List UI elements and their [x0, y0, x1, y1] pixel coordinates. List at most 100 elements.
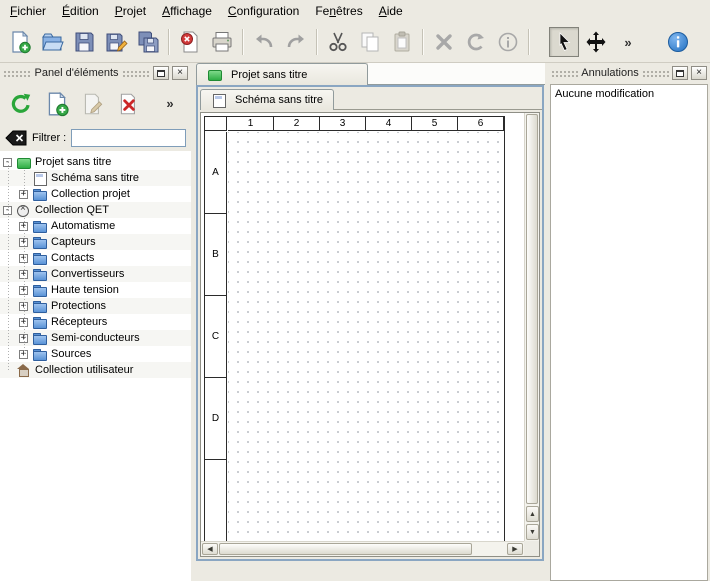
menu-configuration[interactable]: Configuration — [220, 0, 307, 22]
tree-item[interactable]: +Collection projet — [0, 186, 191, 202]
cut-button[interactable] — [323, 27, 353, 57]
edit-element-button[interactable] — [78, 89, 108, 119]
tree-item[interactable]: +Sources — [0, 346, 191, 362]
paste-button[interactable] — [387, 27, 417, 57]
dock-grip[interactable] — [122, 69, 150, 77]
open-file-button[interactable] — [37, 27, 67, 57]
drag-mode-button[interactable] — [581, 27, 611, 57]
tree-item[interactable]: Collection utilisateur — [0, 362, 191, 378]
scroll-down-button[interactable]: ▼ — [526, 524, 539, 540]
tree-item[interactable]: -Collection QET — [0, 202, 191, 218]
schema-viewport: 123456 ABCDE — [201, 113, 524, 541]
tree-item-label: Collection utilisateur — [35, 364, 133, 376]
folder-icon — [32, 252, 47, 265]
close-file-button[interactable] — [175, 27, 205, 57]
info-icon — [496, 30, 520, 54]
toolbar-overflow-button[interactable]: » — [613, 27, 643, 57]
menu-aide[interactable]: Aide — [371, 0, 411, 22]
menu-fenetres[interactable]: Fenêtres — [307, 0, 370, 22]
undo-list[interactable]: Aucune modification — [550, 84, 708, 581]
menu-projet[interactable]: Projet — [107, 0, 154, 22]
new-file-button[interactable] — [5, 27, 35, 57]
element-panel-dock: Panel d'éléments × » Filtrer : -Projet s… — [0, 63, 191, 581]
scroll-up-button[interactable]: ▲ — [526, 506, 539, 522]
move-arrows-icon — [584, 30, 608, 54]
tree-item[interactable]: +Récepteurs — [0, 314, 191, 330]
close-dock-button[interactable]: × — [172, 66, 188, 80]
row-label: A — [205, 132, 227, 214]
tree-item[interactable]: +Capteurs — [0, 234, 191, 250]
undo-button[interactable] — [249, 27, 279, 57]
row-label: E — [205, 460, 227, 541]
delete-element-button[interactable] — [114, 89, 144, 119]
folder-icon — [32, 268, 47, 281]
vertical-scroll-thumb[interactable] — [526, 114, 538, 504]
folder-icon — [32, 300, 47, 313]
column-label: 4 — [366, 117, 412, 131]
panel-overflow-button[interactable]: » — [155, 89, 185, 119]
menu-edition[interactable]: Édition — [54, 0, 107, 22]
undo-dock: Annulations × Aucune modification — [548, 63, 710, 581]
toolbar-separator — [168, 29, 170, 55]
scroll-right-button[interactable]: ▶ — [507, 543, 523, 555]
horizontal-scrollbar[interactable]: ◀ ▶ — [201, 541, 524, 556]
tree-item[interactable]: +Contacts — [0, 250, 191, 266]
vertical-scrollbar[interactable]: ▲ ▼ — [524, 113, 539, 541]
tree-item[interactable]: +Haute tension — [0, 282, 191, 298]
tree-guide-line — [24, 170, 25, 194]
arrow-down-icon: ▼ — [529, 529, 536, 536]
filter-label: Filtrer : — [32, 132, 66, 144]
tree-indent — [0, 218, 19, 234]
undo-empty-message: Aucune modification — [555, 88, 703, 100]
column-label: 5 — [412, 117, 458, 131]
schema-grid[interactable] — [228, 132, 504, 541]
tree-item[interactable]: +Protections — [0, 298, 191, 314]
new-element-button[interactable] — [42, 89, 72, 119]
clear-filter-icon — [5, 130, 27, 146]
element-tree: -Projet sans titreSchéma sans titre+Coll… — [0, 151, 191, 581]
close-dock-button[interactable]: × — [691, 66, 707, 80]
element-info-button[interactable] — [493, 27, 523, 57]
tab-projet-sans-titre[interactable]: Projet sans titre — [196, 63, 368, 85]
copy-button[interactable] — [355, 27, 385, 57]
delete-button[interactable] — [429, 27, 459, 57]
undo-icon — [252, 30, 276, 54]
menu-affichage[interactable]: Affichage — [154, 0, 220, 22]
tree-item-label: Protections — [51, 300, 106, 312]
float-icon — [676, 70, 684, 77]
dock-grip[interactable] — [642, 69, 669, 77]
save-file-button[interactable] — [69, 27, 99, 57]
tree-item[interactable]: +Automatisme — [0, 218, 191, 234]
tree-indent — [0, 250, 19, 266]
tree-item[interactable]: +Semi-conducteurs — [0, 330, 191, 346]
toolbar-separator — [528, 29, 530, 55]
dock-grip[interactable] — [551, 69, 578, 77]
undo-dock-title: Annulations — [581, 67, 639, 79]
rotate-button[interactable] — [461, 27, 491, 57]
save-all-button[interactable] — [133, 27, 163, 57]
reload-collections-button[interactable] — [6, 89, 36, 119]
horizontal-scroll-thumb[interactable] — [219, 543, 472, 555]
dock-grip[interactable] — [3, 69, 31, 77]
redo-icon — [284, 30, 308, 54]
scroll-left-button[interactable]: ◀ — [202, 543, 218, 555]
folder-icon — [32, 332, 47, 345]
filter-input[interactable] — [71, 129, 186, 147]
select-mode-button[interactable] — [549, 27, 579, 57]
float-dock-button[interactable] — [672, 66, 688, 80]
clear-filter-button[interactable] — [5, 130, 27, 146]
tab-schema-sans-titre[interactable]: Schéma sans titre — [200, 89, 334, 110]
redo-button[interactable] — [281, 27, 311, 57]
print-button[interactable] — [207, 27, 237, 57]
tree-item[interactable]: -Projet sans titre — [0, 154, 191, 170]
menu-fichier[interactable]: Fichier — [2, 0, 54, 22]
tree-item-label: Collection QET — [35, 204, 109, 216]
about-qet-button[interactable] — [663, 27, 693, 57]
schema-tab-label: Schéma sans titre — [235, 94, 323, 106]
row-ruler: ABCDE — [205, 132, 227, 541]
float-dock-button[interactable] — [153, 66, 169, 80]
schema-view: 123456 ABCDE ▲ ▼ ◀ ▶ — [200, 112, 540, 557]
save-file-as-button[interactable] — [101, 27, 131, 57]
tree-item[interactable]: +Convertisseurs — [0, 266, 191, 282]
tree-item[interactable]: Schéma sans titre — [0, 170, 191, 186]
